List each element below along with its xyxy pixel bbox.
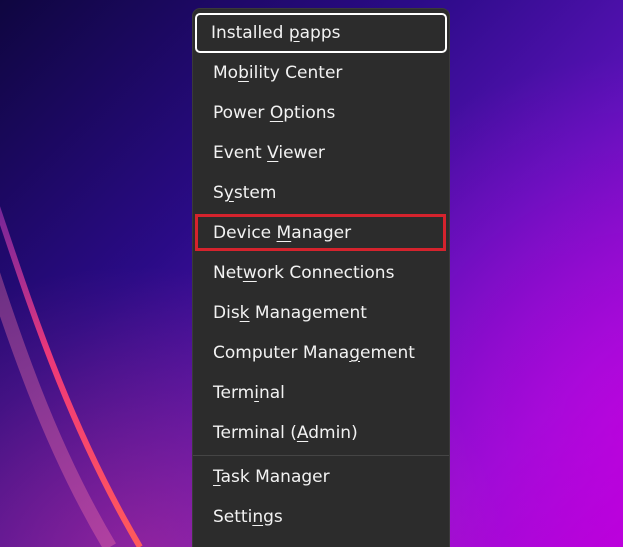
menu-item-computer-management[interactable]: Computer Management xyxy=(197,333,445,373)
menu-item-settings[interactable]: Settings xyxy=(197,497,445,537)
menu-item-event-viewer[interactable]: Event Viewer xyxy=(197,133,445,173)
menu-item-terminal[interactable]: Terminal xyxy=(197,373,445,413)
menu-item-system[interactable]: System xyxy=(197,173,445,213)
menu-item-network-connections[interactable]: Network Connections xyxy=(197,253,445,293)
menu-item-device-manager[interactable]: Device Manager xyxy=(197,213,445,253)
menu-item-mobility-center[interactable]: Mobility Center xyxy=(197,53,445,93)
winx-context-menu: Installed papps Mobility Center Power Op… xyxy=(192,8,450,547)
desktop-wallpaper: Installed papps Mobility Center Power Op… xyxy=(0,0,623,547)
menu-item-disk-management[interactable]: Disk Management xyxy=(197,293,445,333)
menu-item-task-manager[interactable]: Task Manager xyxy=(197,457,445,497)
menu-item-terminal-admin[interactable]: Terminal (Admin) xyxy=(197,413,445,453)
menu-separator xyxy=(193,455,449,456)
menu-item-power-options[interactable]: Power Options xyxy=(197,93,445,133)
menu-item-installed-apps[interactable]: Installed papps xyxy=(195,13,447,53)
